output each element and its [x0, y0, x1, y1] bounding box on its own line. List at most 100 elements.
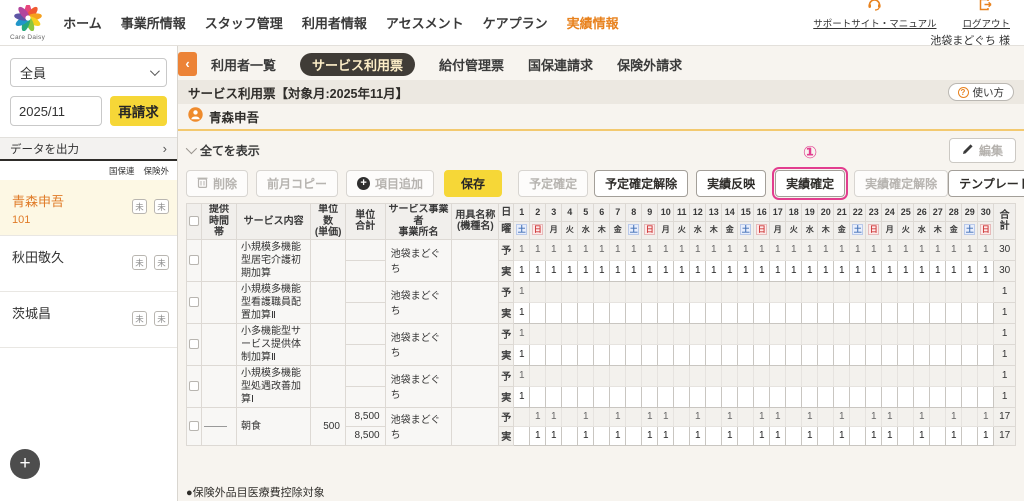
actual-day-cell-21[interactable]: 1 [834, 260, 850, 281]
actual-day-cell-9[interactable] [642, 302, 658, 323]
actual-day-cell-23[interactable]: 1 [866, 260, 882, 281]
actual-day-cell-29[interactable] [962, 386, 978, 407]
actual-day-cell-3[interactable] [546, 302, 562, 323]
prev-month-copy-button[interactable]: 前月コピー [256, 170, 338, 197]
actual-day-cell-10[interactable]: 1 [658, 260, 674, 281]
actual-day-cell-22[interactable] [850, 302, 866, 323]
actual-day-cell-6[interactable] [594, 426, 610, 445]
actual-day-cell-14[interactable] [722, 302, 738, 323]
logout-link[interactable]: ログアウト [962, 0, 1010, 30]
actual-day-cell-14[interactable] [722, 344, 738, 365]
tab-3[interactable]: 給付管理票 [439, 53, 504, 76]
checkbox-icon[interactable] [189, 381, 199, 391]
actual-day-cell-19[interactable] [802, 344, 818, 365]
actual-day-cell-7[interactable] [610, 302, 626, 323]
actual-day-cell-8[interactable] [626, 426, 642, 445]
actual-day-cell-25[interactable] [898, 426, 914, 445]
rebill-button[interactable]: 再請求 [110, 96, 167, 126]
actual-day-cell-24[interactable]: 1 [882, 260, 898, 281]
actual-day-cell-20[interactable] [818, 386, 834, 407]
actual-day-cell-1[interactable]: 1 [514, 302, 530, 323]
actual-day-cell-15[interactable] [738, 386, 754, 407]
actual-day-cell-11[interactable]: 1 [674, 260, 690, 281]
actual-day-cell-12[interactable]: 1 [690, 426, 706, 445]
checkbox-icon[interactable] [189, 339, 199, 349]
actual-day-cell-17[interactable] [770, 386, 786, 407]
actual-day-cell-19[interactable]: 1 [802, 426, 818, 445]
actual-day-cell-17[interactable]: 1 [770, 426, 786, 445]
actual-day-cell-13[interactable] [706, 344, 722, 365]
actual-day-cell-4[interactable]: 1 [562, 260, 578, 281]
actual-day-cell-29[interactable]: 1 [962, 260, 978, 281]
actual-day-cell-24[interactable] [882, 344, 898, 365]
actual-day-cell-2[interactable] [530, 302, 546, 323]
actual-day-cell-11[interactable] [674, 344, 690, 365]
help-button[interactable]: ? 使い方 [948, 83, 1015, 101]
actual-day-cell-13[interactable] [706, 386, 722, 407]
actual-day-cell-27[interactable] [930, 344, 946, 365]
user-row-1[interactable]: 青森申吾101未未 [0, 180, 177, 236]
add-user-button[interactable]: + [10, 449, 40, 479]
actual-day-cell-12[interactable] [690, 302, 706, 323]
actual-day-cell-16[interactable] [754, 344, 770, 365]
actual-day-cell-27[interactable]: 1 [930, 260, 946, 281]
actual-day-cell-10[interactable] [658, 302, 674, 323]
actual-day-cell-4[interactable] [562, 426, 578, 445]
actual-day-cell-8[interactable] [626, 386, 642, 407]
user-row-3[interactable]: 茨城昌未未 [0, 292, 177, 348]
actual-day-cell-3[interactable] [546, 344, 562, 365]
actual-day-cell-27[interactable] [930, 426, 946, 445]
actual-day-cell-8[interactable]: 1 [626, 260, 642, 281]
template-dropdown[interactable]: テンプレート ▼ [948, 170, 1024, 197]
actual-day-cell-27[interactable] [930, 386, 946, 407]
actual-day-cell-9[interactable] [642, 344, 658, 365]
actual-day-cell-24[interactable] [882, 302, 898, 323]
actual-day-cell-2[interactable] [530, 386, 546, 407]
care-daisy-logo[interactable]: Care Daisy [10, 5, 45, 41]
actual-day-cell-25[interactable] [898, 386, 914, 407]
actual-day-cell-8[interactable] [626, 344, 642, 365]
actual-day-cell-19[interactable] [802, 386, 818, 407]
actual-day-cell-1[interactable]: 1 [514, 260, 530, 281]
actual-day-cell-5[interactable]: 1 [578, 260, 594, 281]
actual-day-cell-23[interactable] [866, 344, 882, 365]
actual-day-cell-12[interactable] [690, 386, 706, 407]
save-button[interactable]: 保存 [444, 170, 502, 197]
add-item-button[interactable]: + 項目追加 [346, 170, 434, 197]
actual-day-cell-22[interactable] [850, 386, 866, 407]
actual-day-cell-18[interactable]: 1 [786, 260, 802, 281]
actual-day-cell-4[interactable] [562, 386, 578, 407]
actual-day-cell-18[interactable] [786, 386, 802, 407]
nav-item-2[interactable]: 事業所情報 [121, 13, 186, 32]
actual-day-cell-1[interactable]: 1 [514, 344, 530, 365]
actual-day-cell-17[interactable] [770, 302, 786, 323]
tab-2[interactable]: サービス利用票 [300, 53, 415, 76]
tab-1[interactable]: 利用者一覧 [211, 53, 276, 76]
actual-day-cell-25[interactable]: 1 [898, 260, 914, 281]
actual-day-cell-5[interactable] [578, 302, 594, 323]
actual-day-cell-19[interactable]: 1 [802, 260, 818, 281]
actual-day-cell-30[interactable] [978, 386, 994, 407]
actual-day-cell-5[interactable] [578, 386, 594, 407]
nav-item-3[interactable]: スタッフ管理 [205, 13, 283, 32]
actual-day-cell-15[interactable] [738, 426, 754, 445]
nav-item-4[interactable]: 利用者情報 [302, 13, 367, 32]
actual-day-cell-15[interactable] [738, 344, 754, 365]
actual-day-cell-14[interactable]: 1 [722, 426, 738, 445]
actual-day-cell-28[interactable] [946, 344, 962, 365]
actual-day-cell-9[interactable]: 1 [642, 260, 658, 281]
actual-day-cell-26[interactable] [914, 302, 930, 323]
actual-day-cell-20[interactable] [818, 302, 834, 323]
actual-day-cell-29[interactable] [962, 302, 978, 323]
nav-item-1[interactable]: ホーム [63, 13, 102, 32]
actual-day-cell-2[interactable]: 1 [530, 426, 546, 445]
actual-day-cell-3[interactable]: 1 [546, 426, 562, 445]
actual-day-cell-10[interactable] [658, 386, 674, 407]
actual-day-cell-5[interactable] [578, 344, 594, 365]
actual-day-cell-4[interactable] [562, 344, 578, 365]
actual-day-cell-29[interactable] [962, 344, 978, 365]
back-button[interactable]: ‹ [178, 52, 197, 76]
actual-day-cell-16[interactable]: 1 [754, 260, 770, 281]
actual-confirm-cancel-button[interactable]: 実績確定解除 [854, 170, 948, 197]
actual-day-cell-11[interactable] [674, 302, 690, 323]
